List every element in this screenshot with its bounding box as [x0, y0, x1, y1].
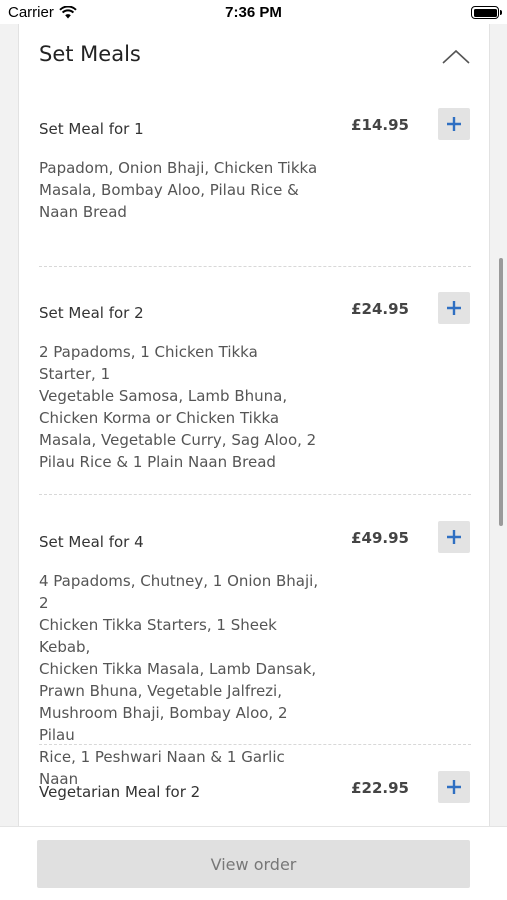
battery-icon — [471, 6, 502, 19]
item-name: Vegetarian Meal for 2 — [39, 783, 201, 801]
status-bar: Carrier 7:36 PM — [0, 0, 507, 24]
status-time: 7:36 PM — [225, 4, 282, 21]
scrollbar[interactable] — [499, 258, 503, 526]
item-price: £22.95 — [351, 779, 409, 797]
view-order-button[interactable]: View order — [37, 840, 470, 888]
menu-item: Vegetarian Meal for 2 £22.95 — [19, 22, 489, 828]
add-item-button[interactable] — [438, 771, 470, 803]
menu-section-card: Set Meals Set Meal for 1 £14.95 Papadom,… — [18, 22, 490, 828]
footer-bar: View order — [0, 826, 507, 900]
plus-icon — [447, 780, 461, 794]
